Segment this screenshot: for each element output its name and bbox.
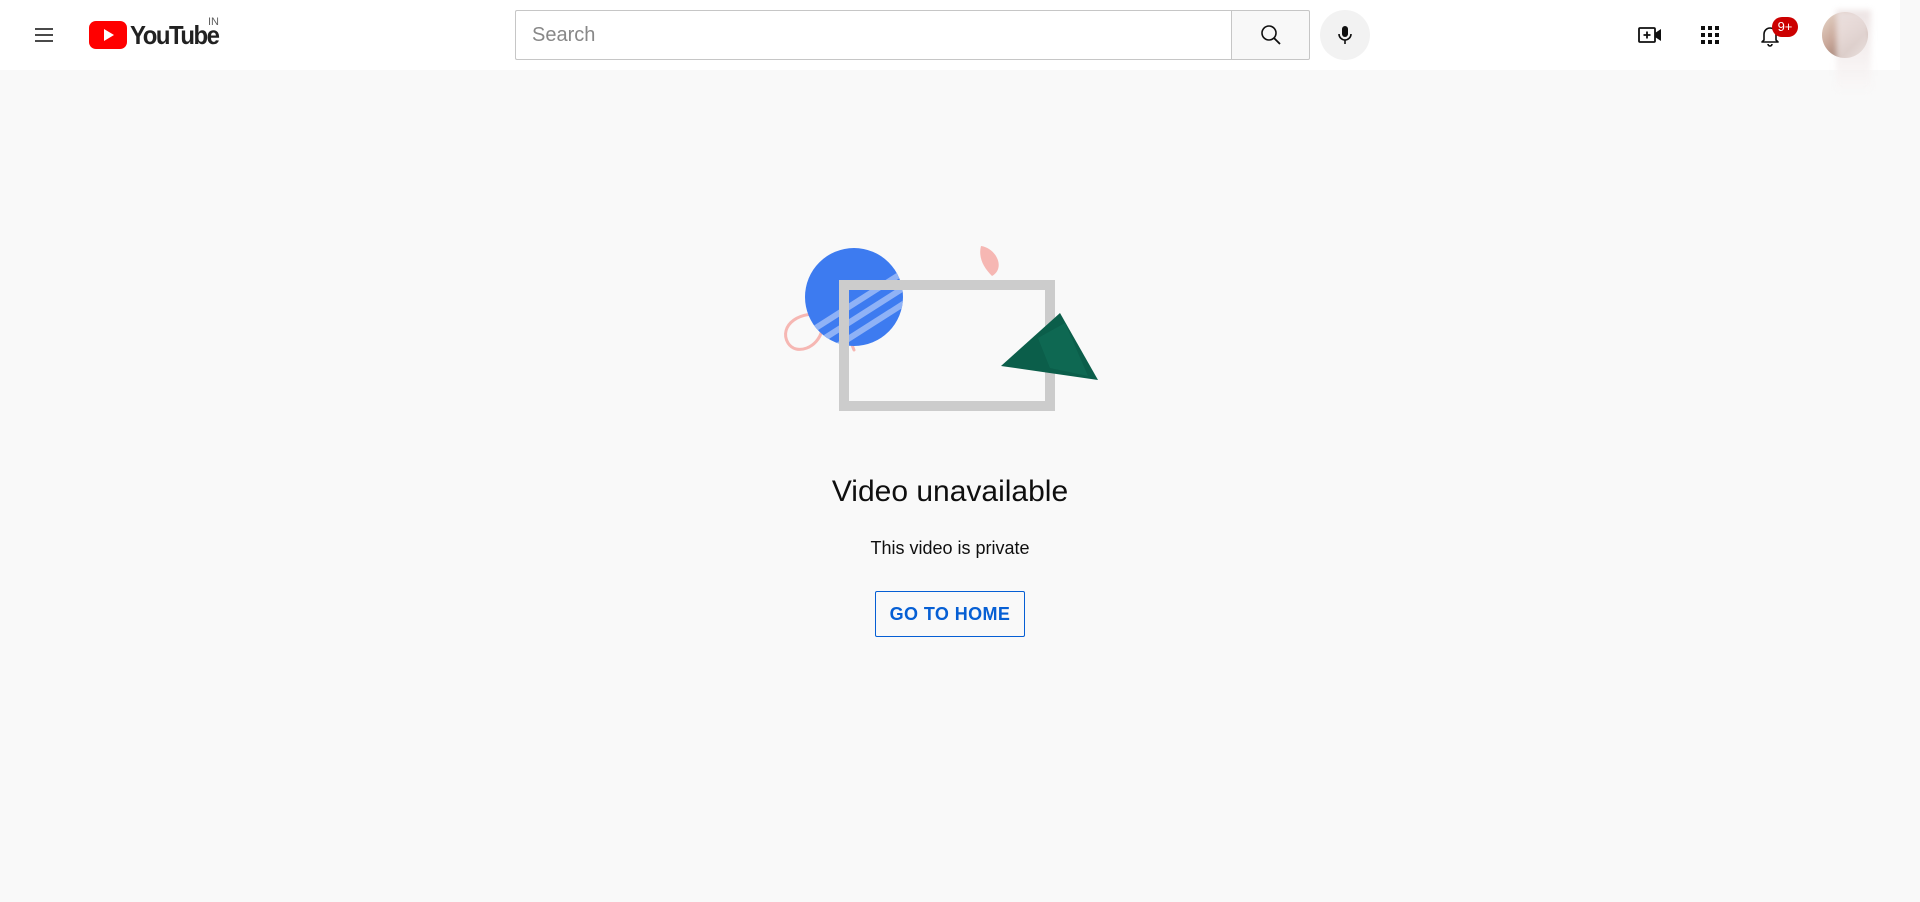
- menu-icon: [35, 28, 53, 42]
- apps-button[interactable]: [1690, 15, 1730, 55]
- search-input[interactable]: [515, 10, 1231, 60]
- masthead: YouTube IN Search 9+: [0, 0, 1900, 90]
- notifications-button[interactable]: 9+: [1750, 15, 1798, 55]
- apps-grid-icon: [1701, 26, 1719, 44]
- go-to-home-button[interactable]: GO TO HOME: [875, 591, 1025, 637]
- notification-count-badge: 9+: [1772, 17, 1798, 37]
- pink-half-circle: [980, 246, 999, 276]
- youtube-logo-icon: [89, 21, 127, 49]
- search-icon: [1260, 25, 1281, 45]
- avatar-overlay: [1836, 10, 1871, 90]
- create-video-icon: [1638, 27, 1661, 43]
- mic-icon: [1338, 26, 1352, 44]
- logo-wordmark: YouTube: [130, 19, 220, 50]
- error-title: Video unavailable: [831, 475, 1069, 508]
- video-unavailable-illustration: [784, 246, 1098, 411]
- error-subtitle: This video is private: [870, 538, 1030, 558]
- search-box: [515, 10, 1310, 60]
- search-button[interactable]: [1231, 10, 1310, 60]
- create-button[interactable]: [1630, 15, 1670, 55]
- guide-menu-button[interactable]: [24, 15, 64, 55]
- voice-search-button[interactable]: [1320, 10, 1370, 60]
- youtube-logo[interactable]: YouTube: [89, 18, 226, 52]
- country-code: IN: [208, 16, 219, 28]
